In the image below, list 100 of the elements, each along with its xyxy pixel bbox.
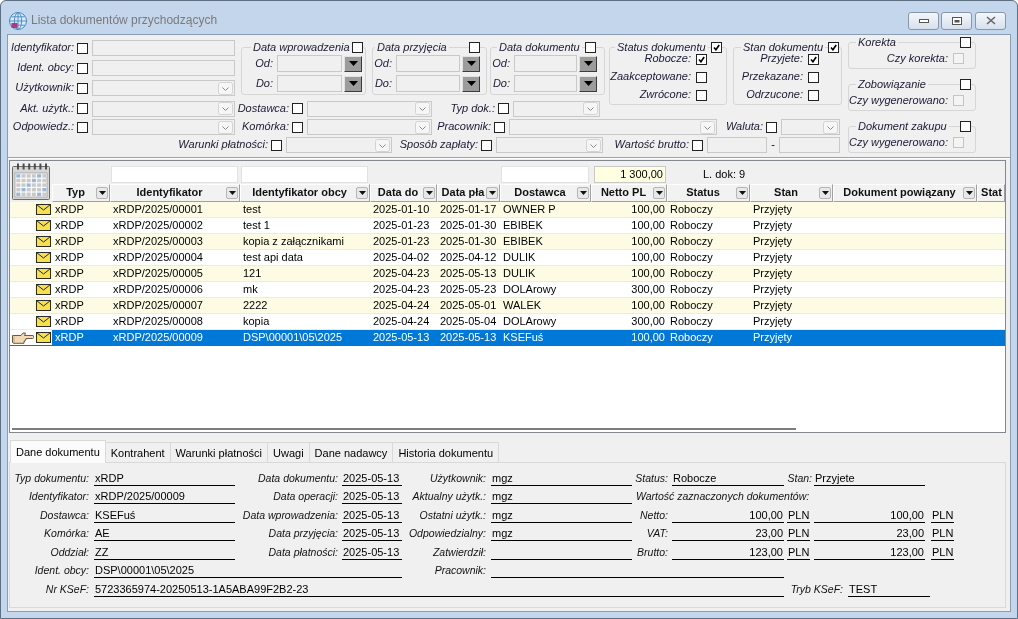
checkbox[interactable] bbox=[77, 82, 88, 94]
column-header[interactable]: Dostawca bbox=[500, 184, 591, 202]
checkbox[interactable] bbox=[498, 103, 509, 114]
column-header[interactable]: Stat bbox=[977, 184, 1005, 202]
text-field[interactable] bbox=[92, 40, 235, 56]
field-value: mgz bbox=[491, 507, 632, 523]
column-header[interactable]: Data pła bbox=[437, 184, 500, 202]
caret-down-icon bbox=[466, 81, 476, 86]
group-title: Status dokumentu bbox=[615, 41, 708, 54]
dropdown-button[interactable] bbox=[579, 55, 597, 72]
column-header[interactable]: Dokument powiązany bbox=[833, 184, 977, 202]
envelope-icon bbox=[36, 236, 51, 247]
close-button[interactable] bbox=[975, 11, 1006, 30]
column-filter-button[interactable] bbox=[736, 187, 748, 199]
column-filter-button[interactable] bbox=[96, 187, 108, 199]
dropdown-button[interactable] bbox=[462, 75, 480, 92]
dropdown-button[interactable] bbox=[579, 75, 597, 92]
tab[interactable]: Dane nadawcy bbox=[308, 442, 394, 462]
text-field[interactable] bbox=[707, 137, 767, 153]
table-row[interactable]: xRDP xRDP/2025/00009 DSP\00001\05\2025 2025-05-13 2025-05-13 KSEFuś 100,00 Roboczy Przyjęty bbox=[10, 330, 1005, 346]
checkbox[interactable] bbox=[766, 121, 777, 133]
checkbox[interactable] bbox=[710, 42, 722, 53]
dropdown-button[interactable] bbox=[344, 75, 362, 92]
maximize-button[interactable] bbox=[941, 11, 972, 30]
table-row[interactable]: xRDP xRDP/2025/00007 2222 2025-04-24 2025-05-01 WALEK 100,00 Roboczy Przyjęty bbox=[10, 298, 1005, 314]
date-field[interactable] bbox=[277, 55, 342, 72]
checkbox[interactable] bbox=[481, 139, 492, 151]
column-header[interactable]: Stan bbox=[750, 184, 833, 202]
checkbox[interactable] bbox=[808, 89, 819, 101]
checkbox[interactable] bbox=[271, 139, 282, 151]
checkbox[interactable] bbox=[808, 71, 819, 83]
column-header[interactable]: Typ bbox=[52, 184, 110, 202]
checkbox[interactable] bbox=[960, 79, 971, 90]
column-filter-button[interactable] bbox=[423, 187, 435, 199]
checkbox[interactable] bbox=[77, 103, 88, 114]
table-row[interactable]: xRDP xRDP/2025/00003 kopia z załącznikami 2025-01-23 2025-01-30 EBIBEK 100,00 Roboczy Przyjęty bbox=[10, 234, 1005, 250]
minimize-button[interactable] bbox=[908, 11, 939, 30]
checkbox[interactable] bbox=[960, 37, 971, 48]
text-field[interactable] bbox=[92, 60, 235, 76]
checkbox[interactable] bbox=[828, 42, 840, 53]
text-field[interactable] bbox=[779, 137, 840, 153]
table-row[interactable]: xRDP xRDP/2025/00004 test api data 2025-04-02 2025-04-12 DULIK 100,00 Roboczy Przyjęty bbox=[10, 250, 1005, 266]
tab[interactable]: Dane dokumentu bbox=[10, 440, 106, 463]
column-header[interactable]: Data do bbox=[370, 184, 437, 202]
table-row[interactable]: xRDP xRDP/2025/00006 mk 2025-04-23 2025-05-23 DOLArowy 300,00 Roboczy Przyjęty bbox=[10, 282, 1005, 298]
column-filter-button[interactable] bbox=[356, 187, 368, 199]
date-field[interactable] bbox=[514, 75, 577, 92]
table-cell-text: 2025-05-04 bbox=[439, 314, 498, 329]
date-field[interactable] bbox=[514, 55, 577, 72]
column-header[interactable]: Identyfikator bbox=[110, 184, 240, 202]
checkbox[interactable] bbox=[77, 42, 88, 54]
column-header[interactable]: Status bbox=[667, 184, 750, 202]
tab[interactable]: Uwagi bbox=[267, 442, 310, 462]
dropdown-button[interactable] bbox=[344, 55, 362, 72]
envelope-icon bbox=[36, 300, 51, 311]
column-filter-button[interactable] bbox=[226, 187, 238, 199]
checkbox[interactable] bbox=[808, 53, 819, 65]
table-cell-text: 100,00 bbox=[630, 202, 666, 217]
table-row[interactable]: xRDP xRDP/2025/00001 test 2025-01-10 2025-01-17 OWNER P 100,00 Roboczy Przyjęty bbox=[10, 202, 1005, 218]
filter-field[interactable] bbox=[241, 166, 368, 183]
caret-down-icon bbox=[655, 191, 663, 195]
table-cell-text: Roboczy bbox=[669, 250, 714, 265]
tab[interactable]: Warunki płatności bbox=[169, 442, 268, 462]
checkbox[interactable] bbox=[696, 53, 707, 65]
column-filter-button[interactable] bbox=[963, 187, 975, 199]
checkbox[interactable] bbox=[351, 42, 363, 53]
column-filter-button[interactable] bbox=[577, 187, 589, 199]
field-label: Ident. obcy: bbox=[33, 563, 90, 578]
date-field[interactable] bbox=[396, 55, 460, 72]
checkbox[interactable] bbox=[696, 71, 707, 83]
checkbox[interactable] bbox=[692, 139, 703, 151]
table-row[interactable]: xRDP xRDP/2025/00002 test 1 2025-01-23 2025-01-30 EBIBEK 100,00 Roboczy Przyjęty bbox=[10, 218, 1005, 234]
checkbox[interactable] bbox=[585, 42, 596, 53]
table-row[interactable]: xRDP xRDP/2025/00008 kopia 2025-04-24 2025-05-04 DOLArowy 300,00 Roboczy Przyjęty bbox=[10, 314, 1005, 330]
field-label: Typ dok.: bbox=[449, 101, 496, 116]
column-filter-button[interactable] bbox=[819, 187, 831, 199]
checkbox[interactable] bbox=[292, 103, 303, 114]
tab[interactable]: Historia dokumentu bbox=[392, 442, 500, 462]
checkbox[interactable] bbox=[696, 89, 707, 101]
column-header[interactable]: Netto PL bbox=[591, 184, 667, 202]
filter-field[interactable] bbox=[501, 166, 589, 183]
checkbox[interactable] bbox=[77, 62, 88, 74]
table-cell-text: 100,00 bbox=[630, 250, 666, 265]
column-filter-button[interactable] bbox=[486, 187, 498, 199]
filter-field[interactable] bbox=[111, 166, 238, 183]
checkbox[interactable] bbox=[494, 121, 505, 133]
date-field[interactable] bbox=[277, 75, 342, 92]
date-field[interactable] bbox=[396, 75, 460, 92]
column-filter-button[interactable] bbox=[653, 187, 665, 199]
checkbox[interactable] bbox=[292, 121, 303, 133]
envelope-icon bbox=[36, 284, 51, 295]
checkbox[interactable] bbox=[469, 42, 480, 53]
field-value: 2025-05-13 bbox=[342, 470, 402, 486]
table-row[interactable]: xRDP xRDP/2025/00005 121 2025-04-23 2025-05-13 DULIK 100,00 Roboczy Przyjęty bbox=[10, 266, 1005, 282]
horizontal-scrollbar[interactable] bbox=[12, 428, 796, 430]
checkbox[interactable] bbox=[77, 121, 88, 133]
checkbox[interactable] bbox=[960, 121, 971, 132]
column-header[interactable]: Identyfikator obcy bbox=[240, 184, 370, 202]
table-cell-text: 300,00 bbox=[630, 314, 666, 329]
dropdown-button[interactable] bbox=[462, 55, 480, 72]
